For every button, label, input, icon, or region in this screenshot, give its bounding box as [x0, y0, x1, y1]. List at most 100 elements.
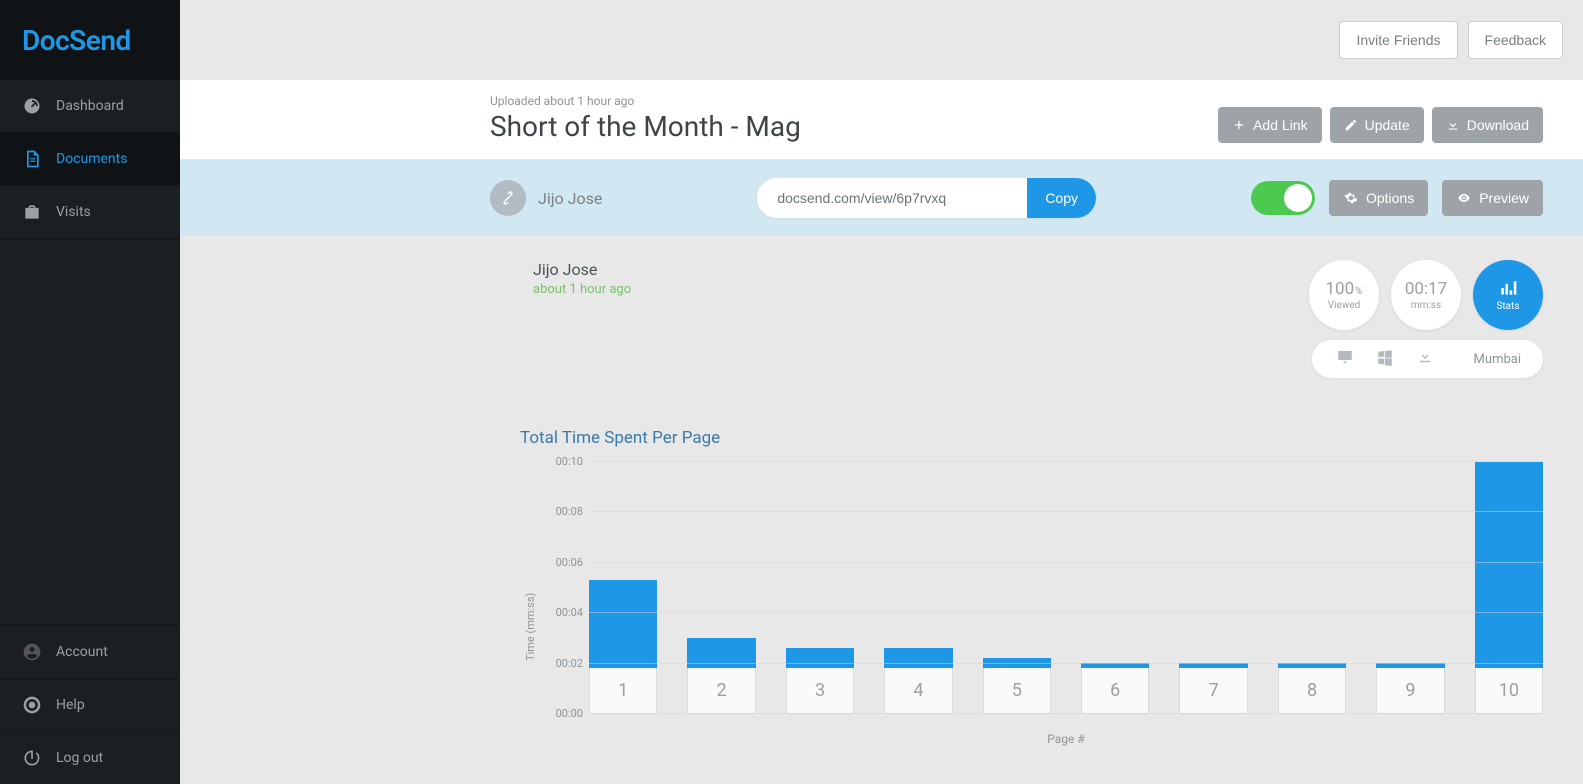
- chart-title: Total Time Spent Per Page: [520, 428, 1543, 448]
- invite-friends-button[interactable]: Invite Friends: [1339, 21, 1457, 59]
- bar-slot: 4: [884, 462, 952, 714]
- share-bar: Jijo Jose Copy Options Preview: [180, 160, 1583, 236]
- grid-line: [589, 562, 1543, 563]
- share-url-input[interactable]: [757, 178, 1027, 218]
- y-tick: 00:02: [541, 657, 583, 670]
- bar-chart-icon: [1497, 278, 1519, 298]
- bar[interactable]: [589, 580, 657, 668]
- sidebar-item-label: Visits: [56, 204, 91, 220]
- gear-icon: [1343, 191, 1359, 205]
- bar-slot: 7: [1179, 462, 1247, 714]
- grid-line: [589, 461, 1543, 462]
- toggle-knob: [1284, 184, 1312, 212]
- visitor-location: Mumbai: [1474, 352, 1521, 367]
- stat-unit: %: [1355, 286, 1362, 297]
- x-axis-label: Page #: [589, 732, 1543, 746]
- stat-label: mm:ss: [1411, 300, 1441, 311]
- stat-label: Viewed: [1328, 300, 1361, 311]
- grid-line: [589, 663, 1543, 664]
- page-header: Uploaded about 1 hour ago Short of the M…: [180, 80, 1583, 160]
- lifering-icon: [22, 695, 42, 715]
- eye-icon: [1456, 191, 1472, 205]
- sidebar-item-label: Documents: [56, 151, 127, 167]
- grid-row: 00:00: [589, 713, 1543, 714]
- uploaded-timestamp: Uploaded about 1 hour ago: [490, 94, 801, 108]
- sidebar-item-documents[interactable]: Documents: [0, 133, 180, 186]
- stat-time: 00:17 mm:ss: [1391, 260, 1461, 330]
- bar-category-label: 1: [589, 668, 657, 714]
- stats-button[interactable]: Stats: [1473, 260, 1543, 330]
- bar-category-label: 2: [687, 668, 755, 714]
- feedback-button[interactable]: Feedback: [1468, 21, 1563, 59]
- options-button[interactable]: Options: [1329, 180, 1428, 216]
- link-owner: Jijo Jose: [490, 180, 602, 216]
- bar[interactable]: [1475, 462, 1543, 668]
- bar-category-label: 3: [786, 668, 854, 714]
- grid-row: 00:06: [589, 562, 1543, 563]
- owner-name: Jijo Jose: [538, 189, 602, 208]
- sidebar-item-label: Help: [56, 697, 85, 713]
- bar-category-label: 8: [1278, 668, 1346, 714]
- bar-category-label: 4: [884, 668, 952, 714]
- bar-slot: 3: [786, 462, 854, 714]
- grid-line: [589, 612, 1543, 613]
- bar-category-label: 7: [1179, 668, 1247, 714]
- chart-grid: 12345678910 00:0000:0200:0400:0600:0800:…: [541, 462, 1543, 714]
- sidebar-item-label: Log out: [56, 750, 103, 766]
- button-label: Update: [1365, 117, 1410, 133]
- bar-slot: 5: [983, 462, 1051, 714]
- stat-label: Stats: [1496, 301, 1519, 312]
- share-url-wrap: Copy: [757, 178, 1096, 218]
- plus-icon: [1232, 118, 1246, 132]
- copy-button[interactable]: Copy: [1027, 178, 1096, 218]
- sidebar-item-help[interactable]: Help: [0, 678, 180, 731]
- stat-viewed: 100 % Viewed: [1309, 260, 1379, 330]
- update-button[interactable]: Update: [1330, 107, 1424, 143]
- share-toggle[interactable]: [1251, 181, 1315, 215]
- button-label: Preview: [1479, 190, 1529, 206]
- gauge-icon: [22, 96, 42, 116]
- download-os-icon: [1414, 348, 1436, 370]
- visitor-name: Jijo Jose: [533, 260, 631, 279]
- topbar: Invite Friends Feedback: [180, 0, 1583, 80]
- grid-line: [589, 713, 1543, 714]
- sidebar-item-dashboard[interactable]: Dashboard: [0, 80, 180, 133]
- y-tick: 00:00: [541, 707, 583, 720]
- header-buttons: Add Link Update Download: [1218, 107, 1543, 143]
- link-icon: [490, 180, 526, 216]
- y-axis-label: Time (mm:ss): [520, 462, 541, 746]
- power-icon: [22, 748, 42, 768]
- sidebar-item-logout[interactable]: Log out: [0, 731, 180, 784]
- bar-slot: 6: [1081, 462, 1149, 714]
- page-title: Short of the Month - Mag: [490, 110, 801, 143]
- stat-circles: 100 % Viewed 00:17 mm:ss Stats: [1309, 260, 1543, 330]
- bar-slot: 1: [589, 462, 657, 714]
- bar[interactable]: [884, 648, 952, 668]
- bar-category-label: 6: [1081, 668, 1149, 714]
- brand-logo: DocSend: [0, 0, 180, 80]
- sidebar-item-account[interactable]: Account: [0, 625, 180, 678]
- grid-row: 00:04: [589, 612, 1543, 613]
- button-label: Download: [1467, 117, 1529, 133]
- user-icon: [22, 642, 42, 662]
- monitor-icon: [1334, 348, 1356, 370]
- grid-line: [589, 511, 1543, 512]
- bar-category-label: 9: [1376, 668, 1444, 714]
- bar-slot: 10: [1475, 462, 1543, 714]
- visitor-row: Jijo Jose about 1 hour ago 100 % Viewed …: [180, 236, 1583, 388]
- sidebar-bottom: Account Help Log out: [0, 625, 180, 784]
- download-icon: [1446, 118, 1460, 132]
- sidebar: DocSend Dashboard Documents Visits: [0, 0, 180, 784]
- bar[interactable]: [786, 648, 854, 668]
- y-tick: 00:04: [541, 606, 583, 619]
- add-link-button[interactable]: Add Link: [1218, 107, 1321, 143]
- sidebar-item-visits[interactable]: Visits: [0, 186, 180, 239]
- button-label: Options: [1366, 190, 1414, 206]
- visitor-time: about 1 hour ago: [533, 282, 631, 297]
- windows-icon: [1374, 348, 1396, 370]
- preview-button[interactable]: Preview: [1442, 180, 1543, 216]
- device-row: Mumbai: [1312, 340, 1543, 378]
- download-button[interactable]: Download: [1432, 107, 1543, 143]
- bar-slot: 9: [1376, 462, 1444, 714]
- sidebar-nav: Dashboard Documents Visits: [0, 80, 180, 625]
